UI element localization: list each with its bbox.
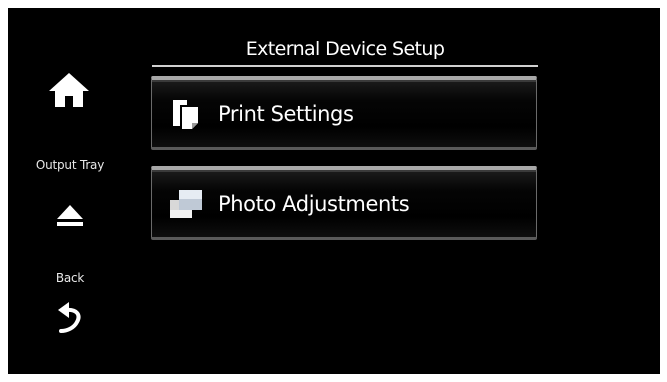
page-title: External Device Setup bbox=[245, 38, 445, 60]
photo-adjustments-icon bbox=[170, 189, 202, 218]
title-divider bbox=[152, 65, 538, 67]
eject-icon bbox=[57, 205, 83, 226]
home-icon bbox=[49, 73, 89, 107]
device-screen: Output Tray Back External Device Setup P… bbox=[8, 8, 660, 374]
print-settings-button[interactable]: Print Settings bbox=[151, 76, 537, 150]
photo-adjustments-label: Photo Adjustments bbox=[218, 191, 410, 216]
back-label: Back bbox=[55, 271, 85, 285]
output-tray-button[interactable] bbox=[48, 196, 92, 236]
home-button[interactable] bbox=[44, 70, 94, 110]
photo-adjustments-button[interactable]: Photo Adjustments bbox=[151, 166, 537, 240]
print-settings-icon bbox=[173, 99, 198, 129]
output-tray-label: Output Tray bbox=[35, 158, 105, 172]
sidebar: Output Tray Back bbox=[8, 8, 148, 374]
back-arrow-icon bbox=[58, 302, 81, 333]
print-settings-label: Print Settings bbox=[218, 101, 354, 126]
back-button[interactable] bbox=[48, 294, 92, 344]
